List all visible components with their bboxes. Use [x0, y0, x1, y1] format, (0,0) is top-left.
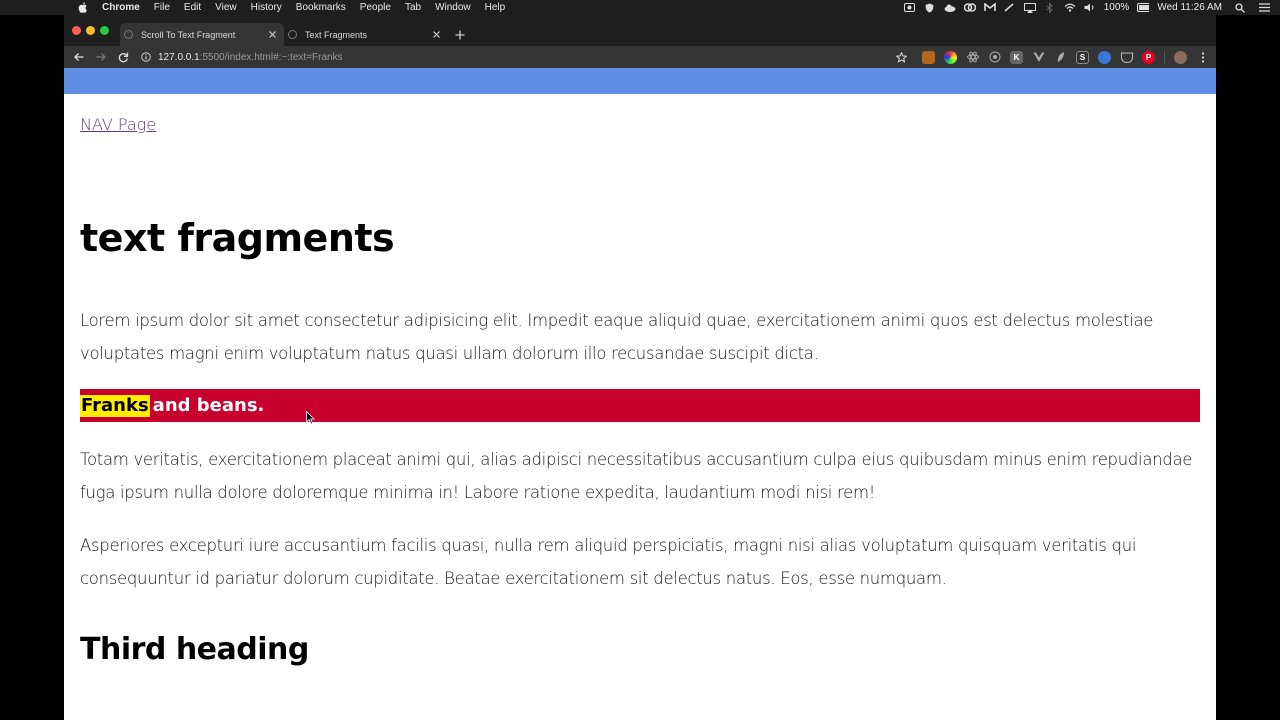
tab-text-fragments[interactable]: Text Fragments	[284, 23, 448, 46]
menu-help[interactable]: Help	[485, 2, 506, 13]
extension-pinterest-icon[interactable]: P	[1142, 50, 1155, 64]
tab-label: Scroll To Text Fragment	[141, 29, 236, 40]
third-heading: Third heading	[80, 632, 309, 667]
page-title: text fragments	[80, 216, 395, 260]
close-window-button[interactable]	[72, 26, 81, 35]
menu-view[interactable]: View	[215, 2, 237, 13]
minimize-window-button[interactable]	[86, 26, 95, 35]
clock[interactable]: Wed 11:26 AM	[1157, 2, 1222, 13]
notification-center-icon[interactable]	[1258, 3, 1270, 13]
extension-colorpicker-icon[interactable]	[944, 50, 957, 64]
text-fragment-highlight: Franks	[80, 394, 150, 417]
extension-feather-icon[interactable]	[1054, 51, 1067, 64]
extension-s-icon[interactable]: S	[1076, 50, 1089, 64]
tab-scroll-to-text-fragment[interactable]: Scroll To Text Fragment	[120, 23, 284, 46]
tab-strip: Scroll To Text Fragment Text Fragments	[64, 15, 1216, 46]
browser-toolbar: 127.0.0.1:5500/index.html#:~:text=Franks…	[64, 46, 1216, 68]
bookmark-star-icon[interactable]	[894, 50, 908, 64]
menu-bar: Chrome File Edit View History Bookmarks …	[0, 0, 1280, 15]
menu-bookmarks[interactable]: Bookmarks	[296, 2, 346, 13]
paragraph-3: Asperiores excepturi iure accusantium fa…	[80, 536, 1137, 588]
extension-k-icon[interactable]: K	[1010, 50, 1023, 64]
menu-tab[interactable]: Tab	[405, 2, 421, 13]
zoom-window-button[interactable]	[100, 26, 109, 35]
mouse-cursor-icon	[306, 410, 316, 425]
menu-people[interactable]: People	[360, 2, 391, 13]
globe-icon	[288, 30, 297, 39]
creative-cloud-icon[interactable]	[963, 3, 976, 13]
paragraph-1: Lorem ipsum dolor sit amet consectetur a…	[80, 311, 1154, 363]
extensions-area: K S P	[922, 49, 1216, 65]
profile-avatar[interactable]	[1174, 50, 1187, 64]
status-area: 100% Wed 11:26 AM	[896, 0, 1280, 15]
volume-icon[interactable]	[1084, 3, 1096, 13]
url-host: 127.0.0.1	[158, 51, 200, 63]
paragraph-2: Totam veritatis, exercitationem placeat …	[80, 450, 1193, 502]
highlighted-heading-rest: and beans.	[152, 395, 265, 416]
cloud-icon[interactable]	[944, 3, 956, 13]
extension-react-icon[interactable]	[966, 51, 979, 64]
browser-window: Scroll To Text Fragment Text Fragments 1…	[64, 15, 1216, 720]
new-tab-button[interactable]	[453, 28, 467, 42]
bluetooth-icon[interactable]	[1044, 2, 1056, 13]
menu-app-name[interactable]: Chrome	[102, 2, 140, 13]
battery-icon[interactable]	[1137, 3, 1150, 13]
address-bar[interactable]: 127.0.0.1:5500/index.html#:~:text=Franks	[140, 48, 920, 66]
tab-label: Text Fragments	[305, 29, 368, 40]
spotlight-search-icon[interactable]	[1234, 2, 1246, 13]
back-arrow-icon[interactable]	[72, 50, 86, 64]
battery-percent: 100%	[1103, 2, 1130, 13]
apple-icon[interactable]	[76, 1, 90, 15]
airplay-icon[interactable]	[1023, 2, 1036, 13]
page-top-bar	[64, 68, 1216, 94]
extension-target-icon[interactable]	[988, 51, 1001, 64]
extension-gift-icon[interactable]	[922, 50, 935, 64]
url-path: :5500/index.html#:~:text=Franks	[199, 51, 343, 63]
page-content: NAV Page text fragments Lorem ipsum dolo…	[64, 68, 1216, 720]
close-tab-icon[interactable]	[266, 29, 278, 41]
extension-vue-icon[interactable]	[1032, 51, 1045, 64]
extension-circle-icon[interactable]	[1098, 50, 1111, 64]
menu-history[interactable]: History	[251, 2, 282, 13]
extension-pocket-icon[interactable]	[1120, 51, 1133, 64]
menu-edit[interactable]: Edit	[184, 2, 201, 13]
globe-icon	[124, 30, 133, 39]
nav-page-link[interactable]: NAV Page	[80, 115, 156, 134]
malwarebytes-icon[interactable]	[983, 3, 996, 13]
menu-file[interactable]: File	[154, 2, 170, 13]
close-tab-icon[interactable]	[430, 29, 442, 41]
extension-divider	[1164, 50, 1165, 64]
menu-kebab-icon[interactable]	[1196, 51, 1209, 64]
reload-icon[interactable]	[116, 50, 130, 64]
info-icon[interactable]	[140, 51, 152, 63]
pen-icon[interactable]	[1004, 3, 1016, 13]
shield-icon[interactable]	[924, 3, 936, 13]
wifi-icon[interactable]	[1064, 3, 1076, 13]
forward-arrow-icon[interactable]	[94, 50, 108, 64]
menu-window[interactable]: Window	[435, 2, 471, 13]
screen-record-icon[interactable]	[904, 3, 916, 13]
highlighted-heading: Franks and beans.	[80, 389, 1200, 422]
